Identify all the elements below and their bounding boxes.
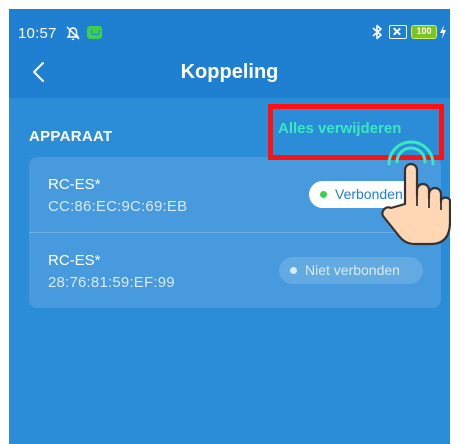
section-title: APPARAAT (29, 128, 113, 145)
app-notification-icon (87, 26, 102, 39)
device-mac-address: CC:86:EC:9C:69:EB (48, 198, 188, 215)
nfc-icon (389, 25, 407, 39)
status-time: 10:57 (18, 25, 57, 42)
disconnected-dot-icon (290, 267, 297, 274)
status-bar: 10:57 100 (9, 23, 450, 45)
battery-icon: 100 (411, 25, 437, 39)
remove-all-label: Alles verwijderen (278, 120, 402, 137)
status-badge-label: Niet verbonden (305, 262, 400, 278)
top-bar: 10:57 100 Koppeling (9, 9, 450, 98)
device-name: RC-ES* (48, 176, 101, 193)
bluetooth-icon (371, 23, 383, 41)
page-title: Koppeling (180, 61, 279, 83)
charging-icon (439, 25, 447, 39)
device-mac-address: 28:76:81:59:EF:99 (48, 274, 175, 291)
status-badge-disconnected: Niet verbonden (279, 257, 423, 284)
device-name: RC-ES* (48, 252, 101, 269)
connected-dot-icon (320, 191, 327, 198)
pointing-hand-icon (375, 140, 452, 248)
mute-icon (64, 24, 82, 42)
